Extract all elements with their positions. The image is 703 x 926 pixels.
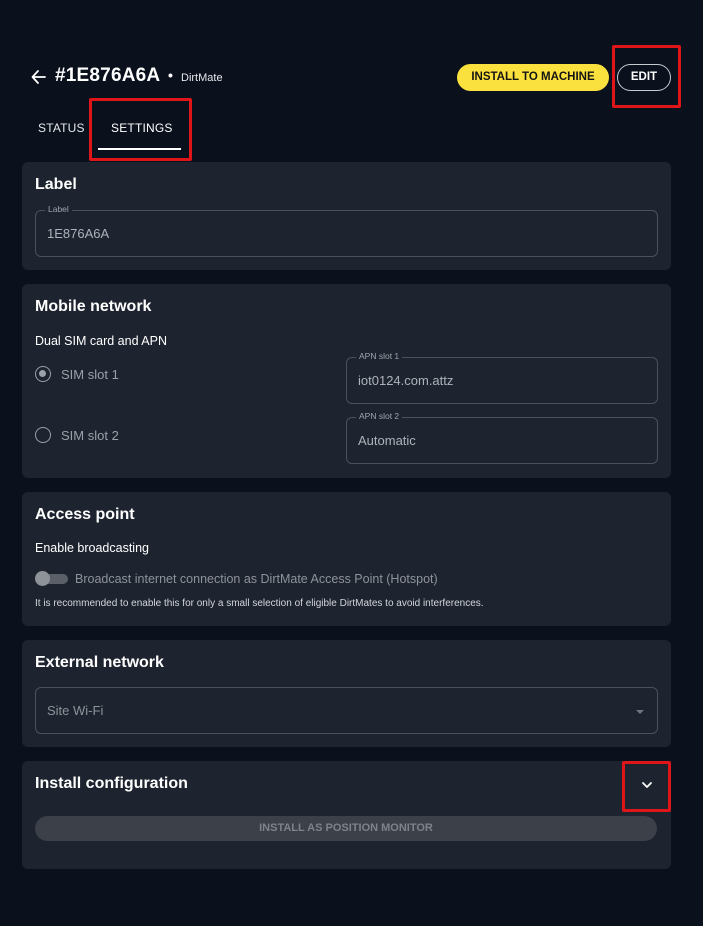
sim-slot-2-radio[interactable]: [35, 427, 51, 443]
toggle-thumb: [35, 571, 50, 586]
apn-slot-2-legend: APN slot 2: [356, 411, 403, 421]
external-network-title: External network: [35, 654, 164, 671]
edit-highlight-box: [612, 45, 681, 108]
chevron-highlight-box: [622, 761, 671, 812]
settings-tab-highlight-box: [89, 98, 192, 161]
external-network-card: External network Site Wi-Fi: [22, 640, 671, 747]
install-to-machine-button[interactable]: INSTALL TO MACHINE: [457, 64, 609, 91]
mobile-network-subtitle: Dual SIM card and APN: [35, 334, 168, 348]
sim-slot-1-radio[interactable]: [35, 366, 51, 382]
dropdown-caret-icon: [636, 710, 644, 714]
label-card: Label Label 1E876A6A: [22, 162, 671, 270]
apn-slot-1-legend: APN slot 1: [356, 351, 403, 361]
apn-slot-1-value: iot0124.com.attz: [358, 373, 454, 388]
hotspot-toggle-label: Broadcast internet connection as DirtMat…: [75, 572, 438, 586]
label-card-title: Label: [35, 176, 77, 193]
device-id-title: #1E876A6A: [55, 65, 161, 86]
hotspot-toggle[interactable]: [35, 571, 69, 587]
mobile-network-title: Mobile network: [35, 298, 152, 315]
access-point-title: Access point: [35, 506, 135, 523]
sim-slot-2-label: SIM slot 2: [61, 428, 119, 443]
label-field[interactable]: Label 1E876A6A: [35, 204, 658, 257]
tab-status[interactable]: STATUS: [38, 121, 85, 135]
title-separator: •: [168, 67, 173, 83]
sim-slot-1-label: SIM slot 1: [61, 367, 119, 382]
back-arrow-icon[interactable]: [30, 66, 48, 88]
label-field-legend: Label: [45, 204, 72, 214]
access-point-subtitle: Enable broadcasting: [35, 541, 149, 555]
apn-slot-1-field[interactable]: APN slot 1 iot0124.com.attz: [346, 351, 658, 404]
install-configuration-title: Install configuration: [35, 775, 188, 792]
mobile-network-card: Mobile network Dual SIM card and APN SIM…: [22, 284, 671, 478]
access-point-helper-text: It is recommended to enable this for onl…: [35, 598, 484, 609]
device-type-label: DirtMate: [181, 72, 223, 84]
access-point-card: Access point Enable broadcasting Broadca…: [22, 492, 671, 626]
apn-slot-2-field[interactable]: APN slot 2 Automatic: [346, 411, 658, 464]
apn-slot-2-value: Automatic: [358, 433, 416, 448]
page-header: #1E876A6A • DirtMate INSTALL TO MACHINE …: [0, 0, 703, 161]
install-as-position-monitor-button[interactable]: INSTALL AS POSITION MONITOR: [35, 816, 657, 841]
external-network-select-value: Site Wi-Fi: [47, 703, 104, 718]
external-network-select[interactable]: Site Wi-Fi: [35, 687, 658, 734]
install-configuration-card: Install configuration INSTALL AS POSITIO…: [22, 761, 671, 869]
label-field-value: 1E876A6A: [47, 226, 110, 241]
